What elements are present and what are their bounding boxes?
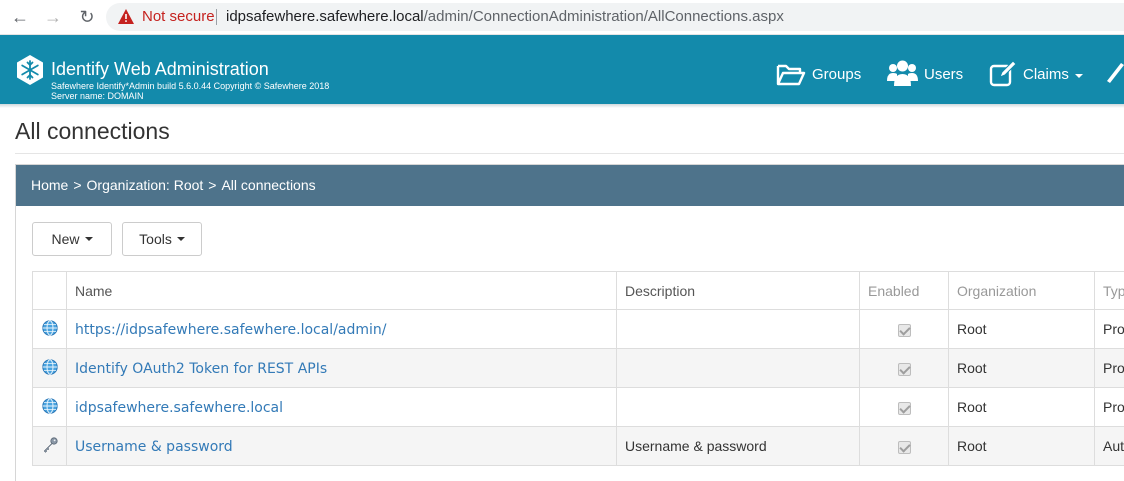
chevron-down-icon — [176, 237, 185, 241]
row-enabled — [859, 426, 949, 466]
chevron-down-icon — [84, 237, 93, 241]
row-type: Auth — [1094, 426, 1124, 466]
row-enabled — [859, 387, 949, 427]
row-description: Username & password — [616, 426, 860, 466]
snowflake-logo-icon — [17, 55, 43, 85]
nav-groups[interactable]: Groups — [776, 53, 861, 87]
breadcrumb-separator: > — [208, 177, 217, 193]
key-icon — [43, 436, 58, 453]
row-enabled — [859, 348, 949, 388]
enabled-checkbox — [897, 440, 911, 454]
nav-claims[interactable]: Claims — [989, 53, 1083, 87]
breadcrumb-home[interactable]: Home — [31, 177, 68, 193]
row-organization: Root — [948, 348, 1095, 388]
new-button[interactable]: New — [32, 222, 112, 256]
enabled-checkbox — [897, 401, 911, 415]
app-header: Identify Web Administration Safewhere Id… — [0, 35, 1124, 104]
table-row[interactable]: Username & password Username & password … — [32, 426, 1124, 466]
nav-tools[interactable] — [1106, 53, 1124, 87]
chevron-down-icon — [1074, 74, 1083, 78]
globe-icon — [41, 397, 58, 414]
breadcrumb-organization[interactable]: Organization: Root — [87, 177, 204, 193]
row-icon-cell — [32, 309, 67, 349]
header-name[interactable]: Name — [66, 271, 617, 310]
globe-icon — [41, 319, 58, 336]
connection-link[interactable]: Identify OAuth2 Token for REST APIs — [75, 361, 327, 377]
header-type[interactable]: Typ — [1094, 271, 1124, 310]
row-icon-cell — [32, 426, 67, 466]
warning-icon — [118, 9, 134, 24]
row-name[interactable]: Username & password — [66, 426, 617, 466]
row-enabled — [859, 309, 949, 349]
table-header-row: Name Description Enabled Organization Ty… — [32, 271, 1124, 310]
row-type: Prot — [1094, 309, 1124, 349]
header-shadow — [0, 104, 1124, 108]
edit-icon — [989, 61, 1017, 87]
url-text[interactable]: idpsafewhere.safewhere.local/admin/Conne… — [226, 8, 784, 25]
build-copyright: Safewhere Identify*Admin build 5.6.0.44 … — [51, 81, 330, 91]
browser-toolbar: ← → ↻ Not secure idpsafewhere.safewhere.… — [0, 0, 1124, 35]
connection-link[interactable]: Username & password — [75, 439, 233, 455]
page-title: All connections — [15, 118, 170, 144]
header-icon-column — [32, 271, 67, 310]
breadcrumb-separator: > — [73, 177, 82, 193]
enabled-checkbox — [897, 362, 911, 376]
forward-arrow-icon[interactable]: → — [42, 6, 64, 28]
row-type: Prot — [1094, 387, 1124, 427]
url-separator — [216, 9, 217, 25]
row-organization: Root — [948, 387, 1095, 427]
url-path: /admin/ConnectionAdministration/AllConne… — [423, 8, 784, 25]
header-organization[interactable]: Organization — [948, 271, 1095, 310]
connection-link[interactable]: idpsafewhere.safewhere.local — [75, 400, 283, 416]
folder-open-icon — [776, 64, 806, 86]
breadcrumb-current: All connections — [221, 177, 316, 193]
row-organization: Root — [948, 309, 1095, 349]
table-row[interactable]: https://idpsafewhere.safewhere.local/adm… — [32, 309, 1124, 349]
row-description — [616, 387, 860, 427]
row-icon-cell — [32, 387, 67, 427]
app-title[interactable]: Identify Web Administration — [51, 59, 269, 80]
globe-icon — [41, 358, 58, 375]
row-name[interactable]: Identify OAuth2 Token for REST APIs — [66, 348, 617, 388]
nav-users[interactable]: Users — [887, 53, 963, 87]
title-divider — [15, 153, 1124, 154]
row-name[interactable]: https://idpsafewhere.safewhere.local/adm… — [66, 309, 617, 349]
build-info: Safewhere Identify*Admin build 5.6.0.44 … — [51, 81, 329, 101]
url-host: idpsafewhere.safewhere.local — [226, 8, 424, 25]
new-button-label: New — [51, 231, 80, 247]
back-arrow-icon[interactable]: ← — [9, 6, 31, 28]
reload-icon[interactable]: ↻ — [76, 6, 98, 28]
row-icon-cell — [32, 348, 67, 388]
users-icon — [887, 60, 918, 86]
row-name[interactable]: idpsafewhere.safewhere.local — [66, 387, 617, 427]
tools-button[interactable]: Tools — [122, 222, 202, 256]
nav-claims-label: Claims — [1023, 66, 1069, 83]
tools-button-label: Tools — [139, 231, 172, 247]
nav-groups-label: Groups — [812, 66, 862, 83]
header-enabled[interactable]: Enabled — [859, 271, 949, 310]
not-secure-label: Not secure — [142, 8, 215, 25]
wrench-icon — [1107, 63, 1124, 83]
breadcrumb: Home > Organization: Root > All connections — [16, 165, 1124, 206]
row-organization: Root — [948, 426, 1095, 466]
connection-link[interactable]: https://idpsafewhere.safewhere.local/adm… — [75, 322, 387, 338]
row-description — [616, 309, 860, 349]
nav-users-label: Users — [924, 66, 964, 83]
table-row[interactable]: Identify OAuth2 Token for REST APIs Root… — [32, 348, 1124, 388]
row-description — [616, 348, 860, 388]
connections-table: Name Description Enabled Organization Ty… — [32, 271, 1124, 466]
header-description[interactable]: Description — [616, 271, 860, 310]
connections-panel: Home > Organization: Root > All connections … — [15, 164, 1124, 481]
enabled-checkbox — [897, 323, 911, 337]
row-type: Prot — [1094, 348, 1124, 388]
address-bar[interactable]: Not secure idpsafewhere.safewhere.local/… — [106, 3, 1124, 31]
table-row[interactable]: idpsafewhere.safewhere.local Root Prot — [32, 387, 1124, 427]
server-name: Server name: DOMAIN — [51, 91, 144, 101]
